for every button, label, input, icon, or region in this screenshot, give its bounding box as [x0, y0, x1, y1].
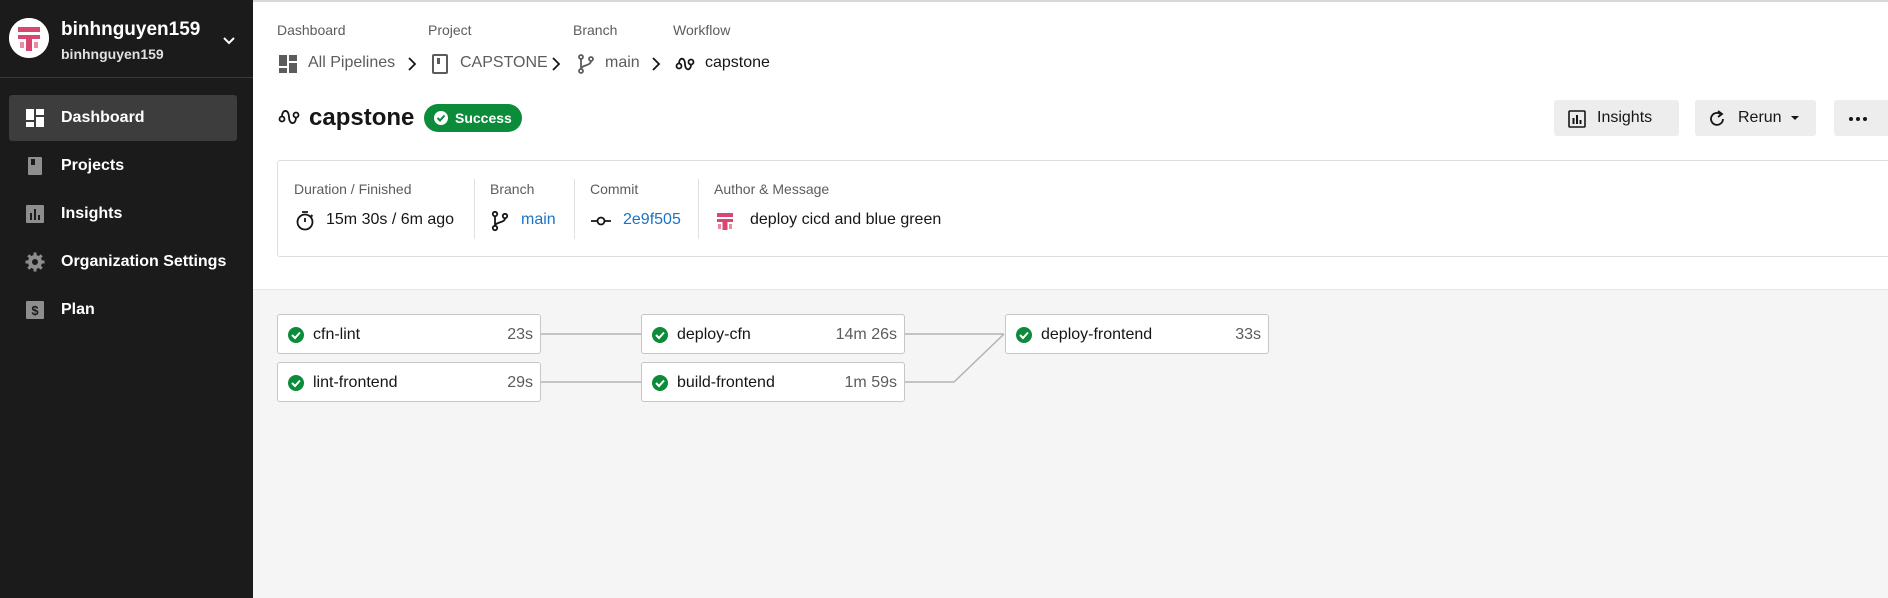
divider [698, 179, 699, 239]
job-node[interactable]: cfn-lint 23s [277, 314, 541, 354]
breadcrumb-text: main [605, 54, 640, 71]
breadcrumb-text: All Pipelines [308, 54, 396, 71]
chart-icon [1568, 110, 1586, 128]
more-options-button[interactable] [1834, 100, 1888, 136]
commit-link[interactable]: 2e9f505 [623, 211, 681, 229]
job-name: build-frontend [677, 374, 775, 391]
caret-down-icon [1791, 116, 1799, 120]
workflow-summary-card: Duration / Finished 15m 30s / 6m ago Bra… [277, 160, 1888, 257]
sidebar-item-label: Organization Settings [61, 253, 227, 270]
chevron-right-icon [408, 57, 417, 71]
job-duration: 33s [1235, 326, 1261, 343]
org-switcher[interactable]: binhnguyen159 binhnguyen159 [0, 0, 253, 78]
org-name: binhnguyen159 [61, 19, 201, 40]
author-label: Author & Message [714, 181, 830, 197]
duration-value: 15m 30s / 6m ago [326, 211, 455, 228]
job-node[interactable]: lint-frontend 29s [277, 362, 541, 402]
refresh-icon [1710, 110, 1724, 126]
chevron-right-icon [652, 57, 661, 71]
success-check-icon [652, 327, 668, 343]
job-node[interactable]: deploy-frontend 33s [1005, 314, 1269, 354]
job-name: deploy-frontend [1041, 326, 1153, 343]
divider [474, 179, 475, 239]
org-avatar [9, 18, 49, 58]
book-icon [28, 157, 42, 175]
status-label: Success [455, 110, 512, 126]
sidebar: binhnguyen159 binhnguyen159 Dashboard Pr… [0, 0, 253, 598]
breadcrumb-text: capstone [705, 54, 770, 71]
svg-text:$: $ [31, 303, 39, 318]
page-title: capstone [309, 104, 415, 131]
branch-link[interactable]: main [521, 211, 556, 229]
sidebar-item-insights[interactable]: Insights [9, 191, 237, 237]
sidebar-item-label: Insights [61, 205, 123, 222]
job-duration: 1m 59s [844, 374, 897, 391]
sidebar-item-label: Projects [61, 157, 125, 174]
chart-icon [26, 205, 44, 223]
sidebar-item-label: Dashboard [61, 109, 145, 126]
breadcrumb-branch-label: Branch [573, 22, 618, 38]
breadcrumb-workflow-label: Workflow [673, 22, 731, 38]
sidebar-item-dashboard[interactable]: Dashboard [9, 95, 237, 141]
breadcrumb-text: CAPSTONE [460, 54, 548, 71]
rerun-button-label: Rerun [1738, 109, 1782, 126]
sidebar-item-plan[interactable]: $ Plan [9, 287, 237, 333]
job-node[interactable]: deploy-cfn 14m 26s [641, 314, 905, 354]
success-check-icon [652, 375, 668, 391]
book-icon [432, 54, 448, 74]
success-check-icon [1016, 327, 1032, 343]
breadcrumb-workflow[interactable]: capstone [675, 52, 795, 76]
breadcrumb-dashboard-label: Dashboard [277, 22, 346, 38]
job-name: deploy-cfn [677, 326, 751, 343]
breadcrumb-project-label: Project [428, 22, 472, 38]
job-name: cfn-lint [313, 326, 361, 343]
sidebar-item-projects[interactable]: Projects [9, 143, 237, 189]
job-name: lint-frontend [313, 374, 398, 391]
sidebar-item-label: Plan [61, 301, 95, 318]
job-node[interactable]: build-frontend 1m 59s [641, 362, 905, 402]
job-duration: 29s [507, 374, 533, 391]
status-badge: Success [424, 104, 522, 132]
check-circle-icon [434, 111, 448, 125]
rerun-button[interactable]: Rerun [1695, 100, 1816, 136]
org-username: binhnguyen159 [61, 46, 164, 62]
divider [574, 179, 575, 239]
success-check-icon [288, 327, 304, 343]
branch-label: Branch [490, 181, 535, 197]
insights-button-label: Insights [1597, 109, 1653, 126]
dollar-icon: $ [26, 301, 44, 319]
chevron-right-icon [552, 57, 561, 71]
more-horizontal-icon [1849, 117, 1867, 121]
timer-icon [296, 211, 314, 231]
branch-icon [578, 54, 594, 74]
dashboard-icon [279, 55, 297, 73]
job-duration: 14m 26s [835, 326, 897, 343]
workflow-icon [675, 57, 695, 71]
job-duration: 23s [507, 326, 533, 343]
author-avatar [714, 210, 736, 232]
commit-message: deploy cicd and blue green [750, 211, 942, 228]
success-check-icon [288, 375, 304, 391]
breadcrumb-project[interactable]: CAPSTONE [430, 52, 550, 76]
sidebar-item-organization-settings[interactable]: Organization Settings [9, 239, 237, 285]
insights-button[interactable]: Insights [1554, 100, 1679, 136]
commit-label: Commit [590, 181, 639, 197]
duration-label: Duration / Finished [294, 181, 412, 197]
workflow-icon [278, 110, 300, 124]
chevron-down-icon[interactable] [221, 32, 237, 48]
gear-icon [25, 252, 45, 272]
dashboard-icon [26, 109, 44, 127]
commit-icon [591, 216, 611, 226]
breadcrumb-branch[interactable]: main [577, 52, 647, 76]
branch-icon [491, 210, 509, 232]
